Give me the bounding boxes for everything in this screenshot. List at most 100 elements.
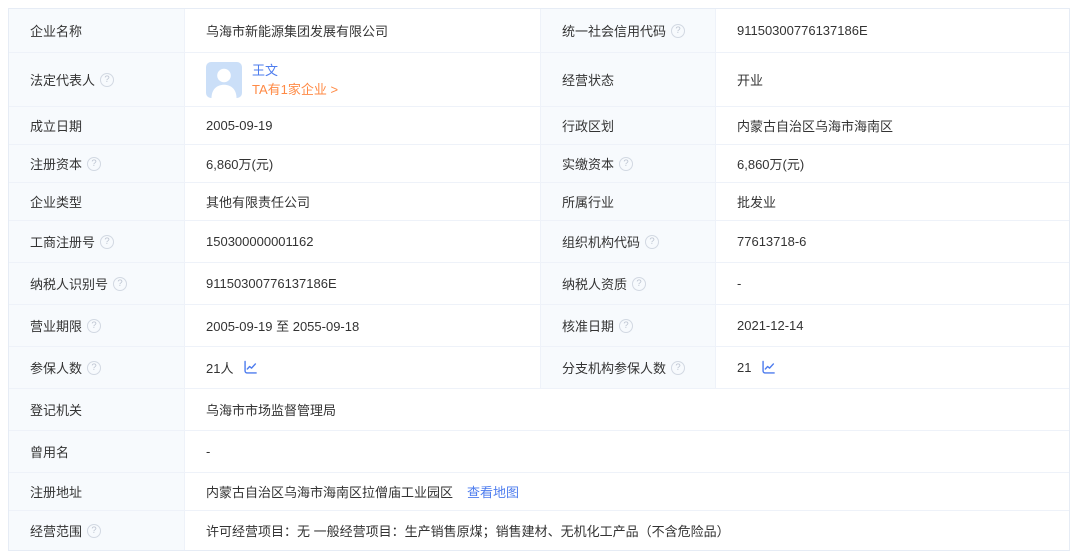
paid-capital-value: 6,860万(元) [737, 157, 805, 172]
reg-number-label-cell: 工商注册号 ? [9, 221, 184, 262]
establish-date-label-cell: 成立日期 [9, 107, 184, 144]
credit-code-label-cell: 统一社会信用代码 ? [540, 9, 715, 52]
status-label: 经营状态 [562, 73, 615, 88]
status-value-cell: 开业 [715, 53, 1069, 106]
former-name-value: - [206, 444, 211, 459]
table-row: 企业类型 其他有限责任公司 所属行业 批发业 [9, 183, 1069, 221]
help-icon[interactable]: ? [87, 318, 102, 333]
business-term-label-cell: 营业期限 ? [9, 305, 184, 346]
branch-insured-value-cell: 21 [715, 347, 1069, 388]
paid-capital-value-cell: 6,860万(元) [715, 145, 1069, 182]
approval-date-value-cell: 2021-12-14 [715, 305, 1069, 346]
company-type-value-cell: 其他有限责任公司 [184, 183, 540, 220]
legal-rep-name-link[interactable]: 王文 [252, 61, 338, 80]
industry-value-cell: 批发业 [715, 183, 1069, 220]
industry-value: 批发业 [737, 195, 777, 210]
former-name-label-cell: 曾用名 [9, 431, 184, 472]
help-icon[interactable]: ? [100, 72, 115, 87]
table-row: 登记机关 乌海市市场监督管理局 [9, 389, 1069, 431]
table-row: 注册地址 内蒙古自治区乌海市海南区拉僧庙工业园区 查看地图 [9, 473, 1069, 511]
help-icon[interactable]: ? [632, 276, 647, 291]
view-map-link[interactable]: 查看地图 [467, 482, 519, 501]
establish-date-value: 2005-09-19 [206, 118, 273, 133]
branch-insured-label: 分支机构参保人数 [562, 361, 667, 376]
insured-count-value: 21人 [206, 361, 234, 376]
help-icon[interactable]: ? [619, 318, 634, 333]
taxpayer-quality-label: 纳税人资质 [562, 277, 628, 292]
help-icon[interactable]: ? [619, 156, 634, 171]
branch-insured-trend-chart-icon[interactable] [761, 360, 776, 375]
help-icon[interactable]: ? [87, 156, 102, 171]
reg-authority-value-cell: 乌海市市场监督管理局 [184, 389, 1069, 430]
credit-code-label: 统一社会信用代码 [562, 24, 667, 39]
address-label: 注册地址 [30, 485, 83, 500]
taxpayer-quality-value: - [737, 276, 742, 291]
paid-capital-label-cell: 实缴资本 ? [540, 145, 715, 182]
help-icon[interactable]: ? [87, 523, 102, 538]
status-value: 开业 [737, 73, 764, 88]
legal-rep-label-cell: 法定代表人 ? [9, 53, 184, 106]
help-icon[interactable]: ? [87, 360, 102, 375]
company-name-label-cell: 企业名称 [9, 9, 184, 52]
legal-rep-label: 法定代表人 [30, 73, 96, 88]
help-icon[interactable]: ? [645, 234, 660, 249]
business-term-value: 2005-09-19 至 2055-09-18 [206, 319, 360, 334]
address-label-cell: 注册地址 [9, 473, 184, 510]
help-icon[interactable]: ? [113, 276, 128, 291]
former-name-value-cell: - [184, 431, 1069, 472]
admin-division-value: 内蒙古自治区乌海市海南区 [737, 119, 894, 134]
org-code-label-cell: 组织机构代码 ? [540, 221, 715, 262]
business-scope-value-cell: 许可经营项目：无 一般经营项目：生产销售原煤；销售建材、无机化工产品（不含危险品… [184, 511, 1069, 550]
approval-date-label: 核准日期 [562, 319, 615, 334]
business-term-value-cell: 2005-09-19 至 2055-09-18 [184, 305, 540, 346]
reg-number-label: 工商注册号 [30, 235, 96, 250]
insured-count-label: 参保人数 [30, 361, 83, 376]
table-row: 注册资本 ? 6,860万(元) 实缴资本 ? 6,860万(元) [9, 145, 1069, 183]
help-icon[interactable]: ? [671, 23, 686, 38]
reg-capital-label: 注册资本 [30, 157, 83, 172]
establish-date-value-cell: 2005-09-19 [184, 107, 540, 144]
admin-division-label: 行政区划 [562, 119, 615, 134]
company-name-label: 企业名称 [30, 24, 83, 39]
reg-authority-value: 乌海市市场监督管理局 [206, 403, 337, 418]
taxpayer-id-label-cell: 纳税人识别号 ? [9, 263, 184, 304]
company-info-table: 企业名称 乌海市新能源集团发展有限公司 统一社会信用代码 ? 911503007… [8, 8, 1070, 551]
org-code-label: 组织机构代码 [562, 235, 641, 250]
reg-authority-label: 登记机关 [30, 403, 83, 418]
avatar[interactable] [206, 61, 242, 98]
credit-code-value-cell: 91150300776137186E [715, 9, 1069, 52]
insured-count-value-cell: 21人 [184, 347, 540, 388]
business-scope-value: 许可经营项目：无 一般经营项目：生产销售原煤；销售建材、无机化工产品（不含危险品… [206, 524, 730, 539]
company-type-label-cell: 企业类型 [9, 183, 184, 220]
branch-insured-value: 21 [737, 360, 752, 375]
help-icon[interactable]: ? [100, 234, 115, 249]
admin-division-label-cell: 行政区划 [540, 107, 715, 144]
org-code-value: 77613718-6 [737, 234, 807, 249]
table-row: 经营范围 ? 许可经营项目：无 一般经营项目：生产销售原煤；销售建材、无机化工产… [9, 511, 1069, 550]
approval-date-label-cell: 核准日期 ? [540, 305, 715, 346]
table-row: 工商注册号 ? 150300000001162 组织机构代码 ? 7761371… [9, 221, 1069, 263]
reg-number-value: 150300000001162 [206, 234, 314, 249]
taxpayer-id-value: 91150300776137186E [206, 276, 337, 291]
company-type-value: 其他有限责任公司 [206, 195, 311, 210]
taxpayer-quality-label-cell: 纳税人资质 ? [540, 263, 715, 304]
business-term-label: 营业期限 [30, 319, 83, 334]
table-row: 企业名称 乌海市新能源集团发展有限公司 统一社会信用代码 ? 911503007… [9, 9, 1069, 53]
status-label-cell: 经营状态 [540, 53, 715, 106]
address-value-cell: 内蒙古自治区乌海市海南区拉僧庙工业园区 查看地图 [184, 473, 1069, 510]
table-row: 成立日期 2005-09-19 行政区划 内蒙古自治区乌海市海南区 [9, 107, 1069, 145]
address-value: 内蒙古自治区乌海市海南区拉僧庙工业园区 [206, 485, 454, 500]
industry-label-cell: 所属行业 [540, 183, 715, 220]
legal-rep-companies-link[interactable]: TA有1家企业 > [252, 80, 338, 99]
approval-date-value: 2021-12-14 [737, 318, 804, 333]
former-name-label: 曾用名 [30, 445, 70, 460]
taxpayer-id-value-cell: 91150300776137186E [184, 263, 540, 304]
help-icon[interactable]: ? [671, 360, 686, 375]
business-scope-label-cell: 经营范围 ? [9, 511, 184, 550]
admin-division-value-cell: 内蒙古自治区乌海市海南区 [715, 107, 1069, 144]
org-code-value-cell: 77613718-6 [715, 221, 1069, 262]
table-row: 营业期限 ? 2005-09-19 至 2055-09-18 核准日期 ? 20… [9, 305, 1069, 347]
company-type-label: 企业类型 [30, 195, 83, 210]
insured-trend-chart-icon[interactable] [243, 360, 258, 375]
establish-date-label: 成立日期 [30, 119, 83, 134]
